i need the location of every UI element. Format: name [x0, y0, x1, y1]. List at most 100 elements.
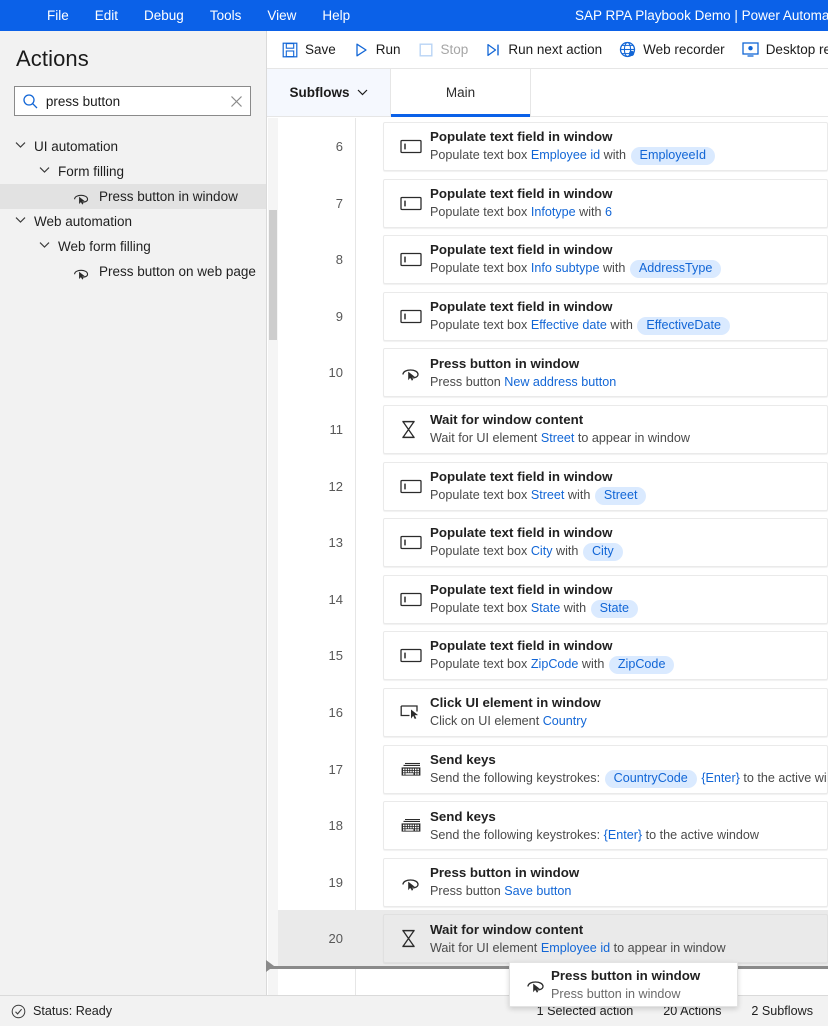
- keyboard-icon: [400, 818, 426, 833]
- flow-row[interactable]: 19 Press button in window Press button Sav…: [278, 854, 828, 911]
- description-text: to appear in window: [610, 940, 726, 955]
- chevron-down-icon[interactable]: [39, 166, 51, 178]
- flow-row[interactable]: 16 Click UI element in window Click on UI …: [278, 684, 828, 741]
- flow-action-title: Wait for window content: [430, 921, 584, 937]
- flow-action-title: Send keys: [430, 751, 496, 767]
- tab-subflows-label: Subflows: [289, 85, 350, 100]
- tree-item-web-form-filling[interactable]: Web form filling: [0, 234, 266, 259]
- tree-item-ui-automation[interactable]: UI automation: [0, 134, 266, 159]
- description-text: to the active window: [743, 770, 827, 785]
- variable-pill: AddressType: [629, 260, 722, 279]
- toolbar-button-label: Run next action: [508, 42, 603, 57]
- flow-row-number: 16: [328, 704, 343, 720]
- tree-item-web-automation[interactable]: Web automation: [0, 209, 266, 234]
- actions-search-box[interactable]: [14, 86, 251, 116]
- chevron-down-icon[interactable]: [39, 241, 51, 253]
- flow-action-title: Populate text field in window: [430, 242, 613, 258]
- step-icon: [485, 42, 501, 58]
- flow-action-card[interactable]: Press button in window Press button Save …: [383, 857, 828, 907]
- menu-item-debug[interactable]: Debug: [131, 4, 197, 27]
- menu-item-file[interactable]: File: [34, 4, 82, 27]
- web-recorder-button[interactable]: Web recorder: [611, 31, 734, 69]
- menu-item-help[interactable]: Help: [309, 4, 363, 27]
- flow-action-card[interactable]: Populate text field in window Populate te…: [383, 122, 828, 171]
- tab-strip: Subflows Main: [267, 69, 828, 117]
- flow-action-card[interactable]: Press button in window Press button New a…: [383, 348, 828, 398]
- description-text: with: [599, 261, 629, 276]
- flow-action-card[interactable]: Populate text field in window Populate te…: [383, 178, 828, 228]
- flow-row-number: 17: [328, 761, 343, 777]
- flow-row[interactable]: 17 Send keys Send the following keystrokes…: [278, 741, 828, 798]
- flow-action-card[interactable]: Wait for window content Wait for UI eleme…: [383, 914, 828, 964]
- flow-vertical-scrollbar[interactable]: [268, 118, 278, 995]
- flow-action-title: Click UI element in window: [430, 695, 601, 711]
- flow-row[interactable]: 13 Populate text field in window Populate …: [278, 514, 828, 571]
- flow-row-number: 18: [328, 818, 343, 834]
- menu-item-tools[interactable]: Tools: [197, 4, 255, 27]
- chevron-down-icon[interactable]: [15, 141, 27, 153]
- description-text: Press button: [430, 374, 505, 389]
- flow-action-description: Populate text box Info subtype with Addr…: [430, 259, 722, 279]
- tab-subflows[interactable]: Subflows: [267, 69, 391, 116]
- flow-action-card[interactable]: Populate text field in window Populate te…: [383, 461, 828, 511]
- tree-item-form-filling[interactable]: Form filling: [0, 159, 266, 184]
- close-icon[interactable]: [223, 95, 250, 108]
- description-text: Populate text box: [430, 487, 531, 502]
- globe-icon: [619, 41, 636, 58]
- drag-ghost-title: Press button in window: [551, 967, 701, 983]
- description-text: Populate text box: [430, 544, 531, 559]
- flow-action-card[interactable]: Populate text field in window Populate te…: [383, 291, 828, 341]
- flow-row-number: 6: [335, 139, 343, 154]
- description-text: Populate text box: [430, 600, 531, 615]
- description-text: Press button: [430, 884, 505, 899]
- flow-row[interactable]: 15 Populate text field in window Populate …: [278, 627, 828, 684]
- flow-row[interactable]: 7 Populate text field in window Populate t…: [278, 175, 828, 232]
- flow-row[interactable]: 18 Send keys Send the following keystrokes…: [278, 797, 828, 854]
- variable-pill: ZipCode: [608, 656, 675, 675]
- chevron-down-icon[interactable]: [15, 216, 27, 228]
- run-button[interactable]: Run: [345, 31, 410, 69]
- menu-item-view[interactable]: View: [254, 4, 309, 27]
- flow-row-number: 14: [328, 591, 343, 607]
- tab-main[interactable]: Main: [391, 69, 531, 117]
- flow-action-card[interactable]: Populate text field in window Populate te…: [383, 574, 828, 624]
- flow-row[interactable]: 12 Populate text field in window Populate …: [278, 458, 828, 515]
- textbox-icon: [400, 252, 426, 267]
- drag-ghost-card[interactable]: Press button in window Press button in w…: [509, 962, 738, 1007]
- actions-tree: UI automation Form filling Press button in…: [0, 134, 266, 284]
- flow-row[interactable]: 9 Populate text field in window Populate t…: [278, 288, 828, 345]
- toolbar-button-label: Run: [375, 42, 401, 57]
- variable-pill: EmployeeId: [630, 147, 716, 165]
- variable-pill: EffectiveDate: [637, 316, 730, 335]
- flow-action-card[interactable]: Populate text field in window Populate te…: [383, 235, 828, 285]
- flow-row[interactable]: 6 Populate text field in window Populate t…: [278, 118, 828, 175]
- flow-row[interactable]: 11 Wait for window content Wait for UI ele…: [278, 401, 828, 458]
- flow-action-card[interactable]: Click UI element in window Click on UI el…: [383, 687, 828, 737]
- flow-action-title: Populate text field in window: [430, 525, 613, 541]
- flow-action-card[interactable]: Send keys Send the following keystrokes: …: [383, 744, 828, 794]
- flow-action-card[interactable]: Populate text field in window Populate te…: [383, 631, 828, 681]
- flow-action-card[interactable]: Send keys Send the following keystrokes: …: [383, 801, 828, 851]
- save-button[interactable]: Save: [274, 31, 345, 69]
- scrollbar-thumb[interactable]: [269, 210, 277, 340]
- tree-item-press-button-in-window[interactable]: Press button in window: [0, 184, 266, 209]
- tree-item-press-button-on-web-page[interactable]: Press button on web page: [0, 259, 266, 284]
- textbox-icon: [400, 139, 426, 154]
- description-text: with: [575, 205, 606, 220]
- description-text: Send the following keystrokes:: [430, 827, 604, 842]
- search-input[interactable]: [45, 93, 223, 109]
- run-next-action-button[interactable]: Run next action: [477, 31, 611, 69]
- parameter-link: 6: [605, 205, 613, 220]
- flow-row[interactable]: 20 Wait for window content Wait for UI ele…: [278, 910, 828, 967]
- flow-action-card[interactable]: Populate text field in window Populate te…: [383, 518, 828, 568]
- textbox-icon: [400, 592, 426, 607]
- desktop-recorder-button[interactable]: Desktop recorder: [734, 31, 828, 69]
- flow-row[interactable]: 8 Populate text field in window Populate t…: [278, 231, 828, 288]
- hourglass-icon: [400, 929, 426, 948]
- flow-action-card[interactable]: Wait for window content Wait for UI eleme…: [383, 404, 828, 454]
- description-text: with: [578, 657, 608, 672]
- variable-pill: Street: [594, 486, 647, 505]
- flow-row[interactable]: 14 Populate text field in window Populate …: [278, 571, 828, 628]
- menu-item-edit[interactable]: Edit: [82, 4, 131, 27]
- flow-row[interactable]: 10 Press button in window Press button New…: [278, 344, 828, 401]
